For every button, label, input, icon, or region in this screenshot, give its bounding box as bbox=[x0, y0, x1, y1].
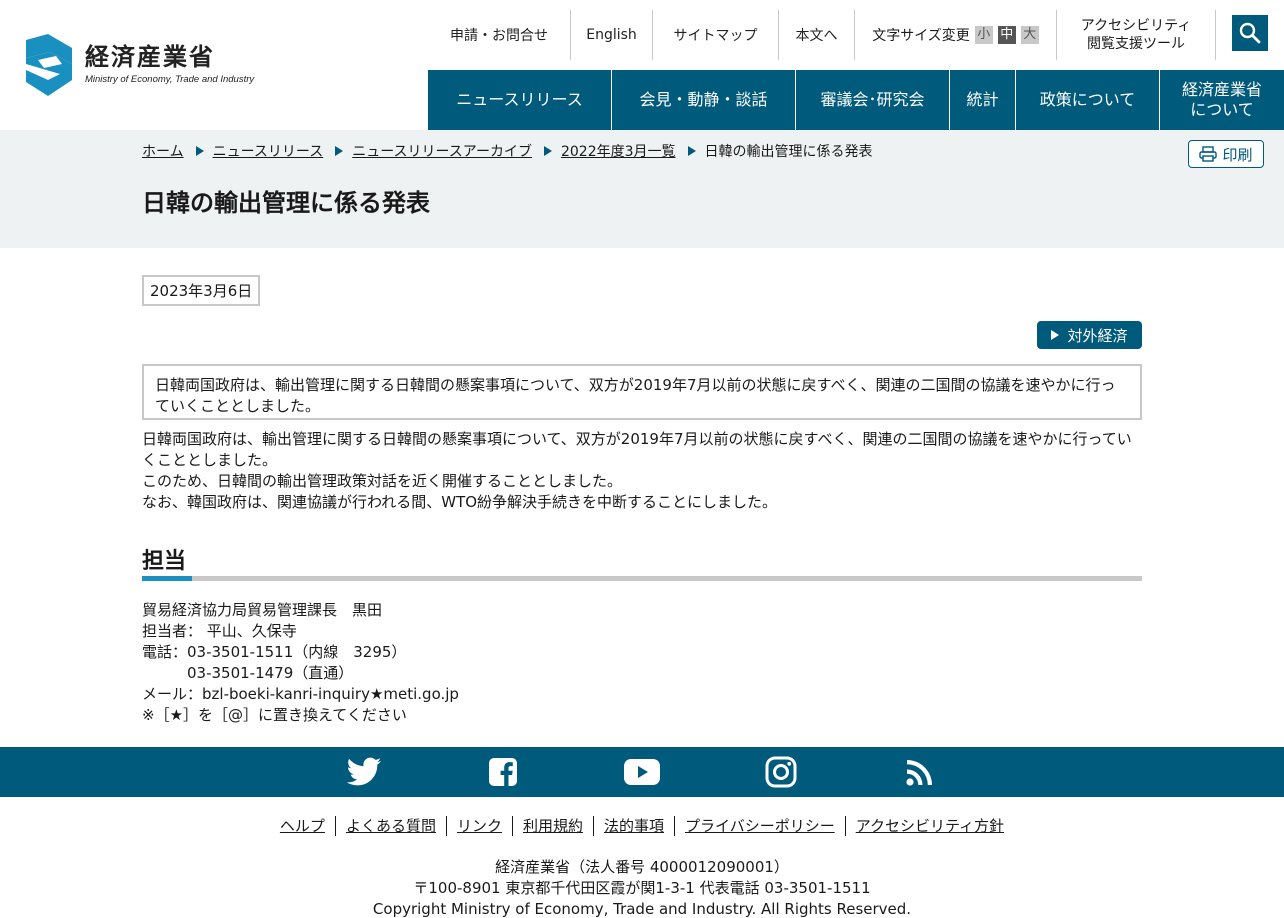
category-tag-label: 対外経済 bbox=[1067, 326, 1128, 345]
print-label: 印刷 bbox=[1222, 145, 1253, 164]
gnav-item-news-release[interactable]: ニュースリリース bbox=[428, 70, 612, 130]
util-link-inquiry[interactable]: 申請・お問合せ bbox=[428, 10, 570, 60]
play-arrow-icon bbox=[1051, 330, 1060, 340]
font-size-label: 文字サイズ変更 bbox=[872, 28, 970, 44]
breadcrumb-home[interactable]: ホーム bbox=[142, 141, 184, 161]
gnav-about-line1: 経済産業省 bbox=[1181, 80, 1262, 99]
footer-link-accessibility[interactable]: アクセシビリティ方針 bbox=[844, 816, 1014, 836]
global-nav: ニュースリリース 会見・動静・談話 審議会･研究会 統計 政策について 経済産業… bbox=[428, 70, 1284, 130]
accessibility-tool-link[interactable]: アクセシビリティ 閲覧支援ツール bbox=[1056, 10, 1216, 60]
footer-link-legal[interactable]: 法的事項 bbox=[592, 816, 674, 836]
breadcrumb-news-release[interactable]: ニュースリリース bbox=[213, 141, 324, 161]
footer-info: 経済産業省（法人番号 4000012090001） 〒100-8901 東京都千… bbox=[0, 857, 1284, 918]
meti-logo-icon bbox=[26, 34, 72, 96]
contact-line: 貿易経済協力局貿易管理課長 黒田 bbox=[142, 601, 383, 619]
breadcrumb-arrow-icon bbox=[335, 146, 344, 156]
font-size-medium-button[interactable]: 中 bbox=[997, 26, 1016, 44]
font-size-large-button[interactable]: 大 bbox=[1020, 26, 1039, 44]
page-title: 日韓の輸出管理に係る発表 bbox=[142, 189, 430, 217]
footer-link-links[interactable]: リンク bbox=[445, 816, 512, 836]
facebook-icon bbox=[489, 758, 517, 786]
body-paragraph: 日韓両国政府は、輸出管理に関する日韓間の懸案事項について、双方が2019年7月以… bbox=[142, 430, 1132, 469]
contact-line: 03-3501-1479（直通） bbox=[142, 664, 354, 682]
contact-line: 電話：03-3501-1511（内線 3295） bbox=[142, 643, 407, 661]
gnav-item-statistics[interactable]: 統計 bbox=[950, 70, 1016, 130]
youtube-icon bbox=[624, 759, 660, 785]
util-link-skip-to-content[interactable]: 本文へ bbox=[778, 10, 854, 60]
contact-info: 貿易経済協力局貿易管理課長 黒田 担当者： 平山、久保寺 電話：03-3501-… bbox=[142, 600, 459, 726]
summary-box: 日韓両国政府は、輸出管理に関する日韓間の懸案事項について、双方が2019年7月以… bbox=[142, 364, 1142, 420]
gnav-item-press-conference[interactable]: 会見・動静・談話 bbox=[612, 70, 796, 130]
site-header: 経済産業省 Ministry of Economy, Trade and Ind… bbox=[0, 0, 1284, 130]
youtube-link[interactable] bbox=[624, 757, 660, 787]
breadcrumb-arrow-icon bbox=[195, 146, 204, 156]
gnav-about-line2: について bbox=[1190, 100, 1254, 119]
breadcrumb-month-list[interactable]: 2022年度3月一覧 bbox=[561, 141, 676, 161]
accessibility-label-line2: 閲覧支援ツール bbox=[1087, 36, 1185, 52]
util-link-sitemap[interactable]: サイトマップ bbox=[652, 10, 778, 60]
footer-link-privacy[interactable]: プライバシーポリシー bbox=[674, 816, 845, 836]
contact-heading-rule bbox=[142, 576, 1142, 581]
breadcrumb: ホーム ニュースリリース ニュースリリースアーカイブ 2022年度3月一覧 日韓… bbox=[142, 141, 873, 161]
logo-subtext: Ministry of Economy, Trade and Industry bbox=[85, 74, 255, 85]
footer-address: 〒100-8901 東京都千代田区霞が関1-3-1 代表電話 03-3501-1… bbox=[413, 879, 871, 897]
twitter-icon bbox=[346, 757, 381, 786]
breadcrumb-arrow-icon bbox=[543, 146, 552, 156]
breadcrumb-archive[interactable]: ニュースリリースアーカイブ bbox=[352, 141, 532, 161]
rss-icon bbox=[906, 760, 932, 786]
search-icon bbox=[1239, 22, 1261, 44]
print-button[interactable]: 印刷 bbox=[1188, 140, 1264, 168]
accessibility-label-line1: アクセシビリティ bbox=[1080, 18, 1192, 34]
instagram-link[interactable] bbox=[763, 756, 799, 788]
logo-text: 経済産業省 bbox=[85, 43, 215, 71]
gnav-item-policies[interactable]: 政策について bbox=[1016, 70, 1160, 130]
meti-logo[interactable]: 経済産業省 Ministry of Economy, Trade and Ind… bbox=[20, 34, 260, 98]
rss-link[interactable] bbox=[902, 757, 938, 787]
body-paragraph: このため、日韓間の輸出管理政策対話を近く開催することとしました。 bbox=[142, 472, 623, 490]
contact-heading-accent bbox=[142, 576, 192, 581]
release-date: 2023年3月6日 bbox=[142, 275, 261, 306]
contact-line: ※［★］を［@］に置き換えてください bbox=[142, 706, 407, 724]
breadcrumb-current: 日韓の輸出管理に係る発表 bbox=[704, 144, 873, 160]
facebook-link[interactable] bbox=[485, 757, 521, 787]
footer-link-faq[interactable]: よくある質問 bbox=[334, 816, 446, 836]
footer-link-terms[interactable]: 利用規約 bbox=[511, 816, 593, 836]
contact-line: メール：bzl-boeki-kanri-inquiry★meti.go.jp bbox=[142, 685, 459, 703]
footer-link-help[interactable]: ヘルプ bbox=[270, 816, 335, 836]
printer-icon bbox=[1199, 146, 1218, 162]
category-tag-button[interactable]: 対外経済 bbox=[1037, 321, 1142, 349]
contact-heading: 担当 bbox=[142, 549, 187, 574]
font-size-small-button[interactable]: 小 bbox=[974, 26, 993, 44]
body-paragraph: なお、韓国政府は、関連協議が行われる間、WTO紛争解決手続きを中断することにしま… bbox=[142, 493, 778, 511]
util-link-english[interactable]: English bbox=[570, 10, 652, 60]
twitter-link[interactable] bbox=[346, 757, 382, 787]
breadcrumb-arrow-icon bbox=[687, 146, 696, 156]
search-button[interactable] bbox=[1232, 15, 1268, 51]
instagram-icon bbox=[765, 756, 797, 788]
article-body: 日韓両国政府は、輸出管理に関する日韓間の懸案事項について、双方が2019年7月以… bbox=[142, 429, 1142, 513]
font-size-switcher: 文字サイズ変更 小 中 大 bbox=[854, 10, 1056, 60]
footer-copyright: Copyright Ministry of Economy, Trade and… bbox=[372, 900, 912, 918]
footer-links: ヘルプ よくある質問 リンク 利用規約 法的事項 プライバシーポリシー アクセシ… bbox=[0, 816, 1284, 836]
footer-corporate-number: 経済産業省（法人番号 4000012090001） bbox=[495, 858, 789, 876]
contact-line: 担当者： 平山、久保寺 bbox=[142, 622, 297, 640]
gnav-item-councils[interactable]: 審議会･研究会 bbox=[796, 70, 950, 130]
gnav-item-about-meti[interactable]: 経済産業省 について bbox=[1160, 70, 1284, 130]
social-bar bbox=[0, 747, 1284, 797]
